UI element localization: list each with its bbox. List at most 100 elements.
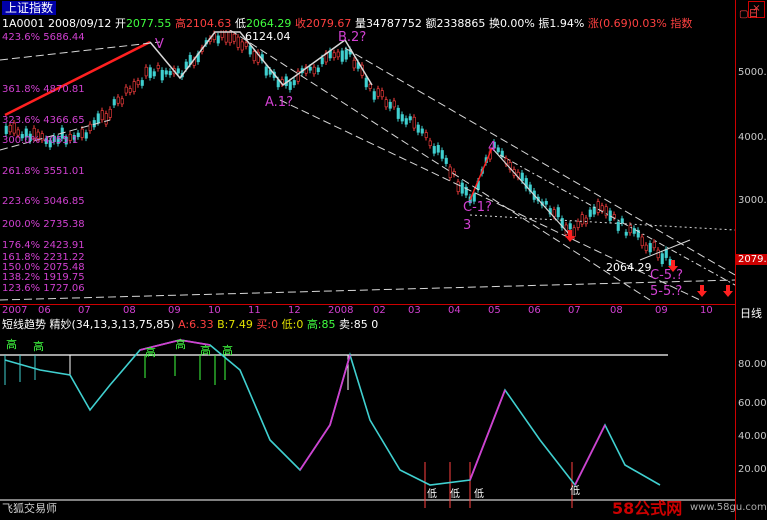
candle-body: [396, 107, 400, 119]
sub-level: 40.00: [738, 431, 767, 442]
candle-body: [428, 140, 432, 146]
candle-body: [216, 35, 220, 44]
candle-body: [652, 241, 656, 249]
candle-body: [156, 65, 160, 69]
wave-a1: A.1?: [265, 95, 293, 110]
low-signal-label: 低: [570, 486, 580, 497]
low-signal-label: 低: [474, 489, 484, 500]
fib-level: 123.6% 1727.06: [2, 283, 85, 294]
chg-value: (0.69)0.03%: [598, 17, 667, 30]
x-tick: 07: [568, 305, 581, 316]
x-tick: 06: [38, 305, 51, 316]
candle-body: [556, 207, 560, 218]
candle-body: [244, 42, 248, 47]
high-signal-label: 高: [145, 346, 156, 359]
candle-body: [236, 36, 240, 48]
candle-body: [416, 124, 420, 133]
candle-body: [616, 222, 620, 231]
chg-label: 涨: [587, 17, 599, 30]
high-signal-label: 高: [222, 344, 233, 357]
candle-body: [400, 114, 404, 122]
candle-body: [292, 80, 296, 86]
candle-body: [308, 66, 312, 71]
candle-body: [656, 249, 660, 259]
fib-level: 261.8% 3551.01: [2, 166, 85, 177]
candle-body: [344, 49, 348, 60]
fib-level: 223.6% 3046.85: [2, 196, 85, 207]
x-tick: 06: [528, 305, 541, 316]
wave-c1: C-1?: [463, 200, 492, 215]
x-tick: 12: [288, 305, 301, 316]
candle-body: [608, 210, 612, 221]
candle-body: [596, 201, 600, 213]
price-tick: 3000.0: [738, 195, 767, 206]
candle-body: [644, 244, 648, 251]
amp-label: 振: [538, 17, 550, 30]
sub-level: 80.00: [738, 359, 767, 370]
peak-value: 6124.04: [245, 30, 291, 43]
close-label: 收: [294, 17, 306, 30]
high-signal-label: 高: [33, 340, 44, 353]
fib-level: 300.0% 4055.1: [2, 135, 79, 146]
candle-body: [240, 41, 244, 51]
candle-body: [408, 116, 412, 121]
candle-body: [432, 146, 436, 154]
candle-body: [228, 31, 232, 44]
candle-body: [220, 30, 224, 38]
amt-value: 2338865: [436, 17, 486, 30]
candle-body: [128, 88, 132, 93]
candle-body: [448, 166, 452, 178]
high-signal-label: 高: [175, 338, 186, 351]
vol-label: 量: [354, 17, 366, 30]
candle-body: [496, 147, 500, 153]
candle-body: [588, 209, 592, 217]
candle-body: [404, 118, 408, 125]
high-signal-label: 高: [200, 344, 211, 357]
wave-c5: C-5.?: [650, 268, 684, 283]
candle-body: [456, 181, 460, 192]
x-tick: 07: [78, 305, 91, 316]
candle-body: [312, 66, 316, 75]
fib-level: 200.0% 2735.38: [2, 219, 85, 230]
fib-levels: 423.6% 5686.44 361.8% 4870.81 323.6% 4366.…: [2, 0, 122, 300]
candle-body: [584, 217, 588, 225]
wave-b2: B.2?: [338, 30, 367, 45]
candle-body: [664, 248, 668, 258]
candle-body: [552, 209, 556, 217]
wave-4: 4: [488, 140, 497, 155]
candle-body: [660, 253, 664, 265]
price-tick: 4000.0: [738, 132, 767, 143]
period-label[interactable]: 日线: [740, 305, 762, 321]
turn-label: 换: [488, 17, 500, 30]
candle-body: [168, 70, 172, 76]
candle-body: [640, 236, 644, 246]
amt-label: 额: [425, 17, 437, 30]
candle-body: [436, 145, 440, 153]
close-value: 2079.67: [305, 17, 352, 30]
x-tick: 09: [655, 305, 668, 316]
candle-body: [372, 91, 376, 100]
candle-body: [380, 90, 384, 98]
fib-level: 138.2% 1919.75: [2, 272, 85, 283]
candle-body: [164, 70, 168, 75]
current-price-tag: 2079.7: [736, 254, 767, 265]
candle-body: [152, 71, 156, 77]
candle-body: [620, 218, 624, 224]
low-signal-label: 低: [427, 489, 437, 500]
sub-level: 60.00: [738, 398, 767, 409]
candle-body: [628, 224, 632, 234]
candle-body: [580, 214, 584, 225]
candle-body: [224, 31, 228, 43]
low-value: 2064.29: [606, 261, 652, 274]
candle-body: [140, 80, 144, 86]
candle-body: [316, 67, 320, 73]
candle-body: [412, 116, 416, 129]
x-tick: 10: [700, 305, 713, 316]
candle-body: [176, 68, 180, 74]
candle-body: [460, 182, 464, 194]
axis-icon: ▢日: [739, 9, 759, 20]
turn-value: 0.00%: [499, 17, 535, 30]
low-signal-label: 低: [450, 489, 460, 500]
wave-55: 5-5.?: [650, 284, 683, 299]
x-tick: 10: [208, 305, 221, 316]
